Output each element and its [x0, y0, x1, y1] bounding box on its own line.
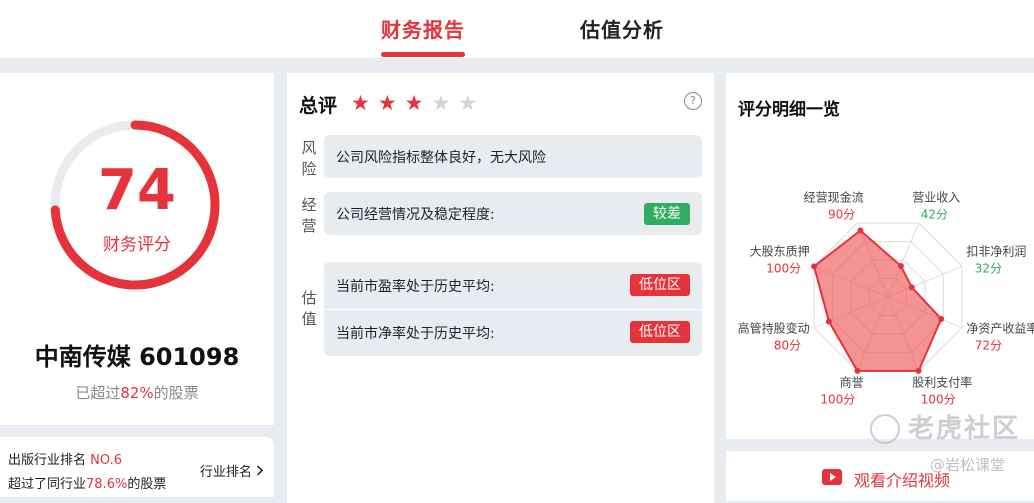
radar-data-area [812, 229, 943, 372]
operation-badge: 较差 [644, 203, 690, 225]
radar-axis-label: 扣非净利润 [966, 245, 1026, 259]
radar-score-label: 72分 [975, 338, 1002, 352]
radar-axis-label: 大股东质押 [750, 245, 810, 259]
radar-data-point [915, 367, 922, 374]
industry-exceed: 超过了同行业78.6%的股票 [8, 473, 166, 492]
radar-score-label: 90分 [828, 208, 855, 222]
overall-panel: 总评 ★★★★★ ? 风险 公司风险指标整体良好，无大风险 经营 公司经营情况及… [287, 73, 714, 503]
operation-row: 公司经营情况及稳定程度: 较差 [324, 192, 702, 235]
industry-rank-link[interactable]: 行业排名 [200, 461, 264, 480]
overall-title: 总评 [299, 95, 338, 117]
question-circle-icon[interactable]: ? [684, 92, 702, 110]
tab-financial-report[interactable]: 财务报告 [381, 14, 465, 43]
chevron-right-icon [256, 465, 264, 476]
rating-stars: ★★★★★ [351, 92, 485, 114]
play-video-icon [822, 469, 842, 485]
watermark-logo-icon [870, 414, 900, 444]
score-label: 财务评分 [103, 235, 171, 255]
radar-data-point [854, 367, 861, 374]
rank-value: NO.6 [90, 453, 122, 468]
exceed-pct: 82% [120, 384, 154, 402]
score-panel: 74 财务评分 中南传媒 601098 已超过82%的股票 [0, 73, 274, 425]
risk-label: 风险 [301, 139, 317, 178]
active-tab-indicator [381, 52, 465, 57]
radar-data-point [825, 318, 832, 325]
radar-axis-label: 高管持股变动 [738, 320, 810, 335]
exceed-text: 已超过82%的股票 [0, 382, 274, 403]
radar-data-point [938, 316, 945, 322]
operation-text: 公司经营情况及稳定程度: [336, 207, 495, 223]
star-filled-icon: ★ [377, 91, 405, 115]
risk-row: 公司风险指标整体良好，无大风险 [324, 135, 702, 178]
radar-score-label: 80分 [774, 338, 801, 352]
score-value: 74 [98, 158, 176, 223]
industry-rank-panel: 出版行业排名 NO.6 超过了同行业78.6%的股票 行业排名 [0, 437, 274, 497]
tab-valuation-analysis[interactable]: 估值分析 [580, 14, 664, 43]
exceed-prefix: 已超过 [75, 384, 121, 402]
star-empty-icon: ★ [431, 91, 459, 115]
valuation-label: 估值 [301, 289, 317, 328]
industry-rank: 出版行业排名 NO.6 [8, 449, 122, 468]
top-tab-bar: 财务报告 估值分析 [0, 0, 1034, 58]
radar-axis-label: 经营现金流 [804, 190, 864, 205]
operation-label: 经营 [301, 196, 317, 235]
radar-axis-label: 商誉 [840, 374, 864, 389]
radar-score-label: 100分 [766, 262, 801, 276]
pb-text: 当前市净率处于历史平均: [336, 326, 495, 342]
industry-exceed-prefix: 超过了同行业 [8, 477, 87, 492]
radar-axis-label: 营业收入 [912, 191, 960, 205]
radar-chart: 营业收入42分扣非净利润32分净资产收益率72分股利支付率100分商誉100分高… [738, 190, 1034, 407]
radar-data-point [908, 284, 915, 291]
radar-score-label: 42分 [921, 208, 948, 222]
rank-prefix: 出版行业排名 [8, 453, 91, 468]
risk-text: 公司风险指标整体良好，无大风险 [336, 150, 546, 166]
valuation-group: 当前市盈率处于历史平均: 低位区 当前市净率处于历史平均: 低位区 [324, 262, 702, 356]
industry-exceed-pct: 78.6% [86, 477, 128, 492]
radar-score-label: 100分 [921, 392, 956, 406]
score-detail-panel: 评分明细一览 营业收入 42分 扣非净利润 32分 净资产收益率 72分 股利支付率 100分… [726, 73, 1034, 439]
radar-score-label: 32分 [975, 262, 1002, 276]
radar-data-point [857, 227, 864, 234]
radar-axis-label: 股利支付率 [912, 374, 972, 389]
radar-data-point [811, 263, 818, 270]
watermark-sub: @岩松课堂 [930, 456, 1006, 474]
radar-score-label: 100分 [820, 392, 855, 406]
exceed-suffix: 的股票 [153, 384, 199, 402]
radar-data-point [897, 263, 904, 269]
valuation-row-pb: 当前市净率处于历史平均: 低位区 [324, 309, 702, 356]
star-filled-icon: ★ [351, 91, 378, 115]
industry-rank-link-label: 行业排名 [199, 465, 252, 480]
industry-exceed-suffix: 的股票 [127, 477, 167, 492]
stock-name-code: 中南传媒 601098 [34, 343, 240, 371]
radar-axis-label: 净资产收益率 [966, 320, 1034, 335]
pe-text: 当前市盈率处于历史平均: [336, 279, 495, 295]
star-empty-icon: ★ [458, 91, 486, 115]
pb-badge: 低位区 [630, 321, 690, 343]
watermark-brand: 老虎社区 [908, 414, 1021, 444]
pe-badge: 低位区 [630, 274, 690, 296]
star-filled-icon: ★ [404, 91, 432, 115]
valuation-row-pe: 当前市盈率处于历史平均: 低位区 [324, 262, 702, 309]
